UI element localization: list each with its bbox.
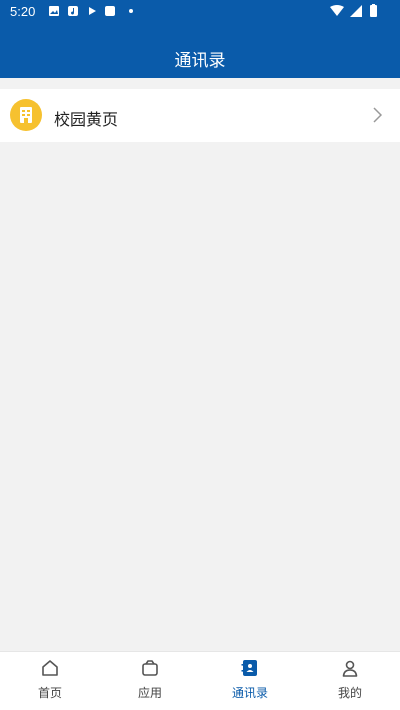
status-bar: 5:20 bbox=[0, 0, 400, 24]
tab-contacts[interactable]: 通讯录 bbox=[200, 652, 300, 710]
list-item-label: 校园黄页 bbox=[54, 110, 119, 129]
tab-home[interactable]: 首页 bbox=[0, 652, 100, 710]
system-status-icons bbox=[330, 4, 377, 17]
music-notification-icon bbox=[68, 6, 78, 16]
building-icon bbox=[10, 99, 42, 131]
tab-label-apps: 应用 bbox=[137, 686, 162, 700]
battery-icon bbox=[370, 5, 377, 17]
tab-label-home: 首页 bbox=[37, 686, 62, 700]
tab-label-contacts: 通讯录 bbox=[231, 686, 268, 700]
chevron-right-icon bbox=[373, 107, 383, 123]
bottom-tab-bar: 首页 应用 通讯录 我的 bbox=[0, 651, 400, 710]
signal-icon bbox=[350, 5, 362, 17]
tab-label-mine: 我的 bbox=[337, 686, 362, 700]
app-header: 5:20 通讯录 bbox=[0, 0, 400, 78]
tab-apps[interactable]: 应用 bbox=[100, 652, 200, 710]
more-notifications-dot-icon bbox=[129, 9, 133, 13]
play-notification-icon bbox=[89, 7, 96, 15]
list-top-spacer bbox=[0, 78, 400, 88]
contacts-icon bbox=[241, 660, 257, 676]
content-area bbox=[0, 142, 400, 651]
user-icon bbox=[342, 660, 358, 677]
page-title: 通讯录 bbox=[174, 51, 226, 71]
wifi-icon bbox=[330, 5, 344, 16]
gallery-notification-icon bbox=[49, 6, 59, 16]
wallet-icon bbox=[142, 660, 158, 676]
home-icon bbox=[42, 660, 58, 676]
app-notification-icon bbox=[105, 6, 115, 16]
status-time: 5:20 bbox=[10, 4, 36, 19]
tab-mine[interactable]: 我的 bbox=[300, 652, 400, 710]
